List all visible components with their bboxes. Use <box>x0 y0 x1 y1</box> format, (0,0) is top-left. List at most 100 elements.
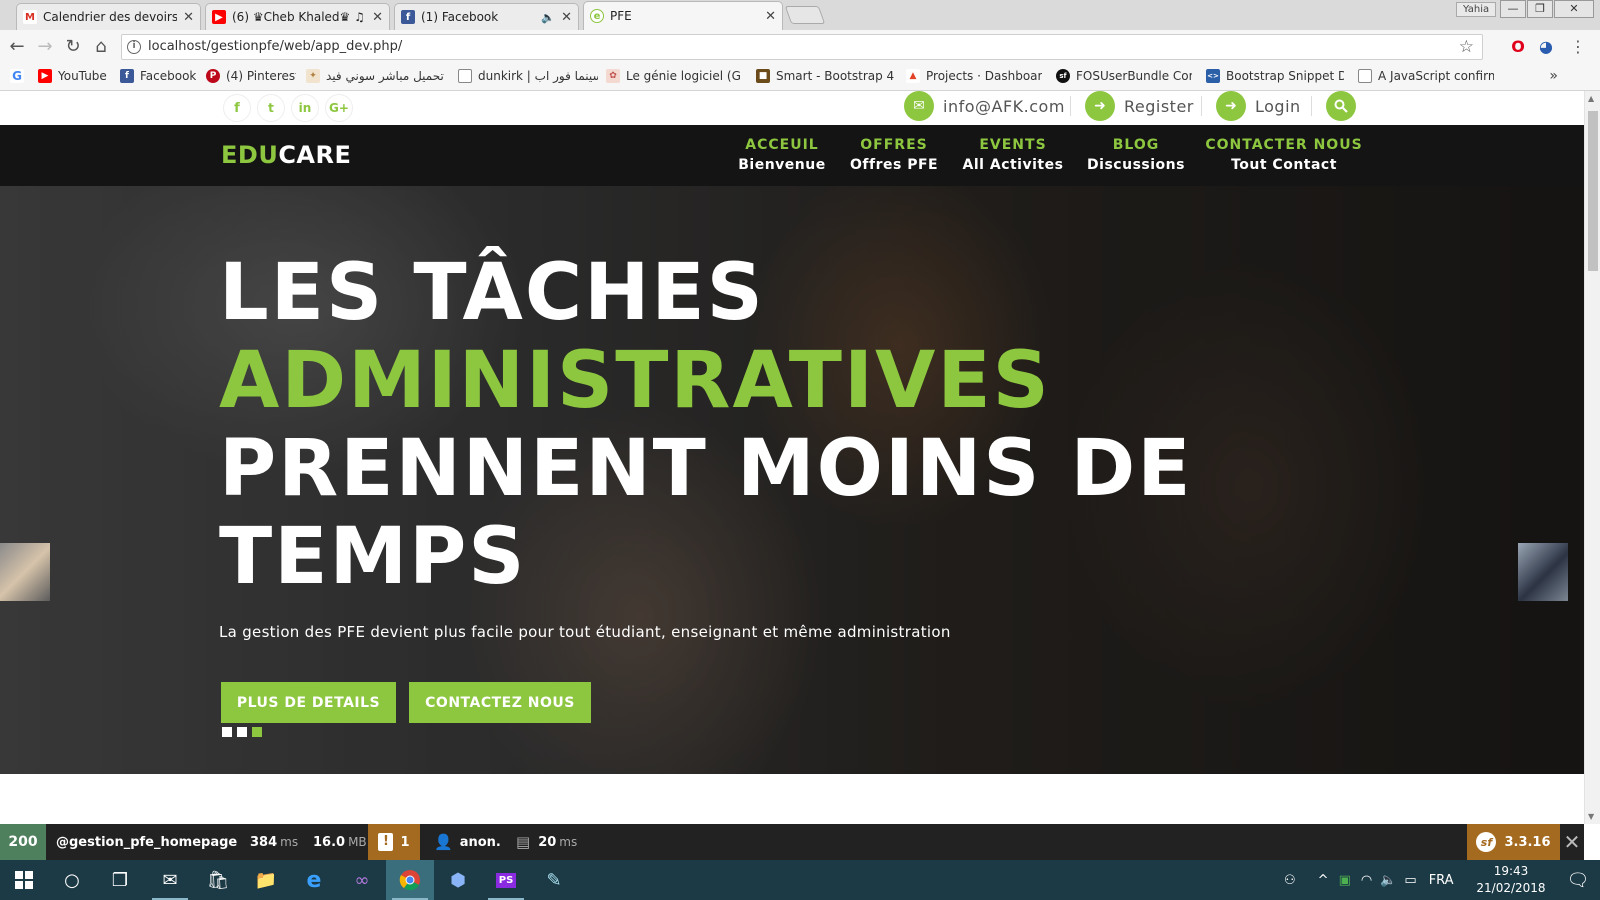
symfony-version[interactable]: sf 3.3.16 <box>1467 824 1560 860</box>
bookmark-star-icon[interactable]: ☆ <box>1459 37 1474 57</box>
bookmark-dunkirk[interactable]: dunkirk | سينما فور اب <box>458 69 598 83</box>
home-button[interactable]: ⌂ <box>90 36 112 58</box>
symfony-logo-icon: sf <box>1476 832 1497 852</box>
nav-item-blog[interactable]: BLOG Discussions <box>1086 137 1186 173</box>
register-link[interactable]: ➜ Register <box>1085 91 1194 121</box>
nav-item-events[interactable]: EVENTS All Activites <box>960 137 1066 173</box>
twitter-social-icon[interactable]: t <box>257 94 285 122</box>
site-info-icon[interactable]: i <box>127 40 141 54</box>
store-app-icon[interactable]: 🛍 <box>194 860 242 900</box>
memory-usage[interactable]: 16.0 MB <box>313 824 367 860</box>
close-tab-icon[interactable]: ✕ <box>183 10 194 25</box>
more-bookmarks-icon[interactable]: » <box>1549 68 1558 84</box>
nav-item-contacter-nous[interactable]: CONTACTER NOUS Tout Contact <box>1204 137 1364 173</box>
clock[interactable]: 19:43 21/02/2018 <box>1476 863 1546 897</box>
forward-button[interactable]: → <box>34 36 56 58</box>
email-contact[interactable]: ✉ info@AFK.com <box>904 91 1065 121</box>
windows-taskbar: ○ ❐ ✉ 🛍 📁 e ∞ ⬢ PS ✎ ⚇ ^ ▣ ◠ 🔈 ▭ FRA 19:… <box>0 860 1600 900</box>
bookmark-pinterest[interactable]: P (4) Pinterest <box>206 69 296 83</box>
slider-dot-3[interactable] <box>252 727 262 737</box>
close-tab-icon[interactable]: ✕ <box>372 10 383 25</box>
slider-next-thumbnail[interactable] <box>1518 543 1568 601</box>
plus-de-details-button[interactable]: PLUS DE DETAILS <box>221 682 396 723</box>
nav-item-offres[interactable]: OFFRES Offres PFE <box>850 137 938 173</box>
slider-dot-1[interactable] <box>222 727 232 737</box>
task-view-icon[interactable]: ❐ <box>96 860 144 900</box>
people-icon[interactable]: ⚇ <box>1284 873 1296 888</box>
restore-button[interactable]: ❐ <box>1527 0 1553 18</box>
login-link[interactable]: ➜ Login <box>1216 91 1301 121</box>
vpn-extension-icon[interactable]: ◕ <box>1536 37 1556 57</box>
close-icon[interactable]: ✕ <box>1560 824 1584 860</box>
chevron-up-icon[interactable]: ^ <box>1318 873 1329 888</box>
virtualbox-icon[interactable]: ⬢ <box>434 860 482 900</box>
back-button[interactable]: ← <box>6 36 28 58</box>
address-bar[interactable]: i localhost/gestionpfe/web/app_dev.php/ … <box>121 34 1483 60</box>
profile-button[interactable]: Yahia <box>1456 2 1497 17</box>
browser-tab-youtube[interactable]: ▶ (6) ♛Cheb Khaled♛ ♫ ▶ ✕ <box>205 3 390 30</box>
start-button[interactable] <box>0 860 48 900</box>
browser-tab-pfe[interactable]: e PFE ✕ <box>583 1 783 30</box>
tab-title: Calendrier des devoirs su <box>43 10 178 24</box>
audio-icon[interactable]: 🔈 <box>541 11 555 24</box>
mail-app-icon[interactable]: ✉ <box>146 860 194 900</box>
wifi-icon[interactable]: ◠ <box>1361 873 1372 888</box>
googleplus-social-icon[interactable]: G+ <box>325 94 353 122</box>
bookmark-genie-logiciel[interactable]: ✿ Le génie logiciel (GL) <box>606 69 742 83</box>
reload-button[interactable]: ↻ <box>62 36 84 58</box>
close-tab-icon[interactable]: ✕ <box>765 9 776 24</box>
bookmark-smart-bootstrap[interactable]: ■ Smart - Bootstrap 4 A <box>756 69 894 83</box>
browser-tab-facebook[interactable]: f (1) Facebook 🔈 ✕ <box>394 3 579 30</box>
volume-icon[interactable]: 🔈 <box>1380 873 1396 888</box>
url-text[interactable]: localhost/gestionpfe/web/app_dev.php/ <box>148 39 402 54</box>
search-button[interactable] <box>1326 91 1356 121</box>
bookmark-gitlab[interactable]: ▲ Projects · Dashboard <box>906 69 1042 83</box>
warnings-panel[interactable]: ! 1 <box>368 824 420 860</box>
close-tab-icon[interactable]: ✕ <box>561 10 572 25</box>
route-name[interactable]: @gestion_pfe_homepage <box>56 824 237 860</box>
opera-extension-icon[interactable]: O <box>1508 37 1528 57</box>
file-explorer-icon[interactable]: 📁 <box>242 860 290 900</box>
notifications-icon[interactable]: 🗨 <box>1556 860 1600 900</box>
bookmark-js-confirm[interactable]: A JavaScript confirm <box>1358 69 1494 83</box>
visual-studio-icon[interactable]: ∞ <box>338 860 386 900</box>
slider-prev-thumbnail[interactable] <box>0 543 50 601</box>
phpstorm-icon[interactable]: PS <box>482 860 530 900</box>
facebook-social-icon[interactable]: f <box>223 94 251 122</box>
edge-browser-icon[interactable]: e <box>290 860 338 900</box>
cortana-search-icon[interactable]: ○ <box>48 860 96 900</box>
language-indicator[interactable]: FRA <box>1429 873 1454 888</box>
minimize-button[interactable]: — <box>1500 0 1526 18</box>
tray-app-icon[interactable]: ▣ <box>1339 873 1351 888</box>
security-user[interactable]: 👤 anon. <box>434 824 501 860</box>
chrome-browser-icon[interactable] <box>386 860 434 900</box>
bookmark-facebook[interactable]: f Facebook <box>120 69 198 83</box>
http-status-badge[interactable]: 200 <box>0 824 46 860</box>
bookmark-google[interactable]: G <box>10 69 30 83</box>
browser-tab-strip: M Calendrier des devoirs su ✕ ▶ (6) ♛Che… <box>0 0 1600 30</box>
bookmark-arabic-site[interactable]: ✦ تحميل مباشر سوني فيد <box>306 69 446 83</box>
page-scrollbar[interactable]: ▲ ▼ <box>1584 91 1600 824</box>
linkedin-social-icon[interactable]: in <box>291 94 319 122</box>
youtube-icon: ▶ <box>212 10 226 24</box>
nav-item-acceuil[interactable]: ACCEUIL Bienvenue <box>738 137 826 173</box>
database-time[interactable]: ▤ 20 ms <box>516 824 577 860</box>
request-time[interactable]: 384 ms <box>250 824 298 860</box>
contactez-nous-button[interactable]: CONTACTEZ NOUS <box>409 682 591 723</box>
site-logo[interactable]: EDUCARE <box>221 141 351 169</box>
battery-icon[interactable]: ▭ <box>1404 873 1416 888</box>
windows-logo-icon <box>15 871 33 889</box>
scroll-down-icon[interactable]: ▼ <box>1588 812 1594 821</box>
bookmark-bootsnipp[interactable]: <> Bootstrap Snippet Dy <box>1206 69 1344 83</box>
slider-dot-2[interactable] <box>237 727 247 737</box>
notepad-icon[interactable]: ✎ <box>530 860 578 900</box>
chrome-menu-icon[interactable]: ⋮ <box>1570 37 1586 57</box>
bookmark-fosuserbundle[interactable]: sf FOSUserBundle Com <box>1056 69 1192 83</box>
browser-tab-gmail[interactable]: M Calendrier des devoirs su ✕ <box>16 3 201 30</box>
bootsnipp-icon: <> <box>1206 69 1220 83</box>
scrollbar-thumb[interactable] <box>1588 111 1598 271</box>
bookmark-youtube[interactable]: ▶ YouTube <box>38 69 112 83</box>
new-tab-button[interactable] <box>784 6 826 24</box>
close-window-button[interactable]: ✕ <box>1554 0 1594 18</box>
scroll-up-icon[interactable]: ▲ <box>1588 94 1594 103</box>
